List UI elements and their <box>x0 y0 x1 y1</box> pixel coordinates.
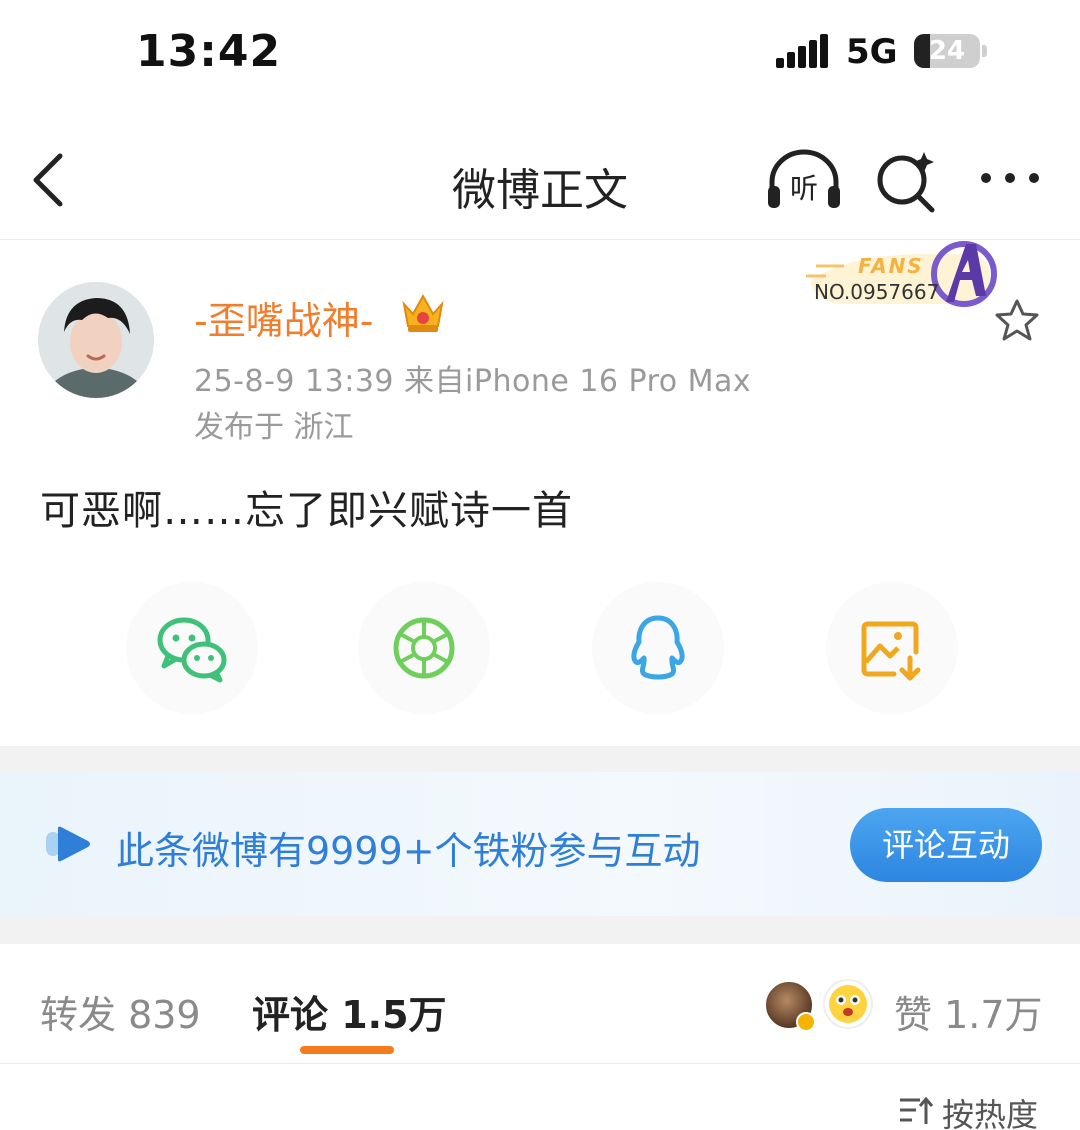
share-moments-button[interactable] <box>358 582 490 714</box>
verified-badge-icon <box>796 1012 816 1032</box>
battery-level: 24 <box>928 36 966 66</box>
user-name[interactable]: -歪嘴战神- <box>194 290 373 345</box>
more-icon[interactable] <box>978 168 1042 188</box>
banner-text: 此条微博有9999+个铁粉参与互动 <box>116 829 701 873</box>
avatar[interactable] <box>38 282 154 398</box>
battery-icon: 24 <box>914 34 980 68</box>
fans-interaction-banner[interactable]: 此条微博有9999+个铁粉参与互动 评论互动 <box>0 772 1080 916</box>
tab-like[interactable]: 赞 1.7万 <box>894 984 1043 1039</box>
battery-tip <box>982 45 987 57</box>
status-time: 13:42 <box>136 26 282 77</box>
listen-label: 听 <box>790 172 818 205</box>
liker-avatar <box>764 980 816 1032</box>
sort-row: 按热度 <box>0 1064 1080 1130</box>
post-location: 发布于 浙江 <box>194 410 354 445</box>
save-image-icon <box>861 621 921 681</box>
post-tabs: 转发 839 评论 1.5万 赞 1.7万 <box>0 944 1080 1064</box>
comment-interaction-button[interactable]: 评论互动 <box>850 808 1042 882</box>
post-meta: 25-8-9 13:39 来自iPhone 16 Pro Max <box>194 364 752 399</box>
play-arrows-icon <box>46 826 90 862</box>
search-icon[interactable] <box>874 148 940 214</box>
listen-headphones-icon[interactable]: 听 <box>764 146 844 212</box>
wechat-icon <box>157 617 227 683</box>
crown-icon <box>402 293 444 332</box>
network-type: 5G <box>846 32 898 72</box>
sort-icon[interactable] <box>898 1096 934 1126</box>
moments-icon <box>393 617 455 679</box>
tab-active-indicator <box>300 1046 394 1054</box>
post-text: 可恶啊……忘了即兴赋诗一首 <box>40 488 573 534</box>
divider <box>0 746 1080 772</box>
divider <box>0 916 1080 944</box>
tab-comment[interactable]: 评论 1.5万 <box>252 984 447 1039</box>
share-wechat-button[interactable] <box>126 582 258 714</box>
liker-emoji-avatar-icon <box>823 979 873 1029</box>
qq-icon <box>631 615 685 680</box>
status-bar: 13:42 5G 24 <box>0 0 1080 110</box>
favorite-star-icon[interactable] <box>994 298 1040 342</box>
signal-icon <box>776 34 828 68</box>
fans-badge-word: FANS <box>858 254 924 278</box>
tab-repost[interactable]: 转发 839 <box>40 984 201 1039</box>
fans-badge-number: NO.0957667 <box>814 280 940 304</box>
avatar-portrait <box>38 282 154 398</box>
share-qq-button[interactable] <box>592 582 724 714</box>
nav-bar: 微博正文 听 <box>0 118 1080 240</box>
sort-by-hot-button[interactable]: 按热度 <box>942 1090 1038 1130</box>
save-image-button[interactable] <box>826 582 958 714</box>
